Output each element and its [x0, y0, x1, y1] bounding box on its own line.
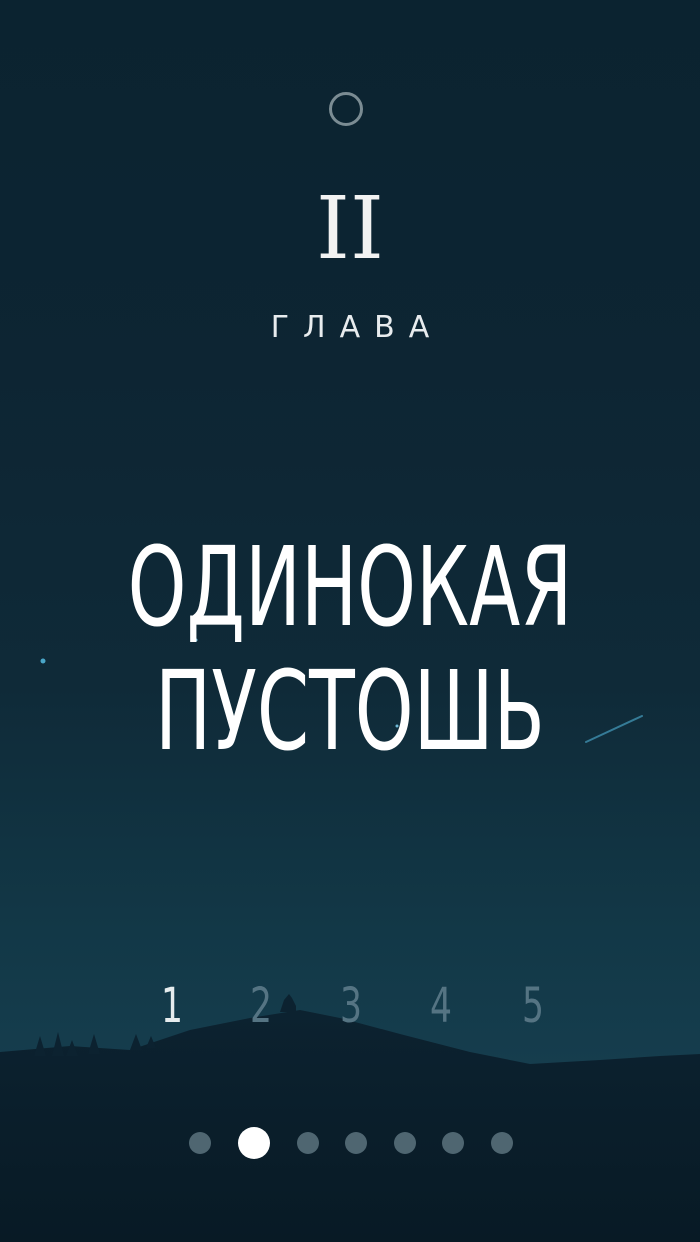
level-2[interactable]: 2	[247, 978, 276, 1034]
shooting-star	[585, 715, 643, 743]
star	[40, 658, 46, 664]
level-4[interactable]: 4	[427, 978, 456, 1034]
chapter-title-line-1: ОДИНОКАЯ	[127, 523, 573, 651]
page-dot[interactable]	[442, 1132, 464, 1154]
level-selector: 1 2 3 4 5	[0, 978, 700, 1038]
chapter-label: ГЛАВА	[270, 310, 444, 345]
chapter-title-line-2: ПУСТОШЬ	[155, 647, 545, 775]
page-dot[interactable]	[491, 1132, 513, 1154]
page-dot[interactable]	[394, 1132, 416, 1154]
level-1[interactable]: 1	[158, 978, 187, 1034]
page-dot[interactable]	[297, 1132, 319, 1154]
page-dot[interactable]	[189, 1132, 211, 1154]
chapter-numeral: II	[316, 179, 384, 279]
page-indicator	[0, 1127, 700, 1161]
page-dot[interactable]	[345, 1132, 367, 1154]
chapter-title: ОДИНОКАЯ ПУСТОШЬ	[112, 525, 588, 773]
ring-icon	[329, 92, 363, 126]
level-3[interactable]: 3	[337, 978, 366, 1034]
level-5[interactable]: 5	[519, 978, 548, 1034]
page-dot-active[interactable]	[238, 1127, 270, 1159]
